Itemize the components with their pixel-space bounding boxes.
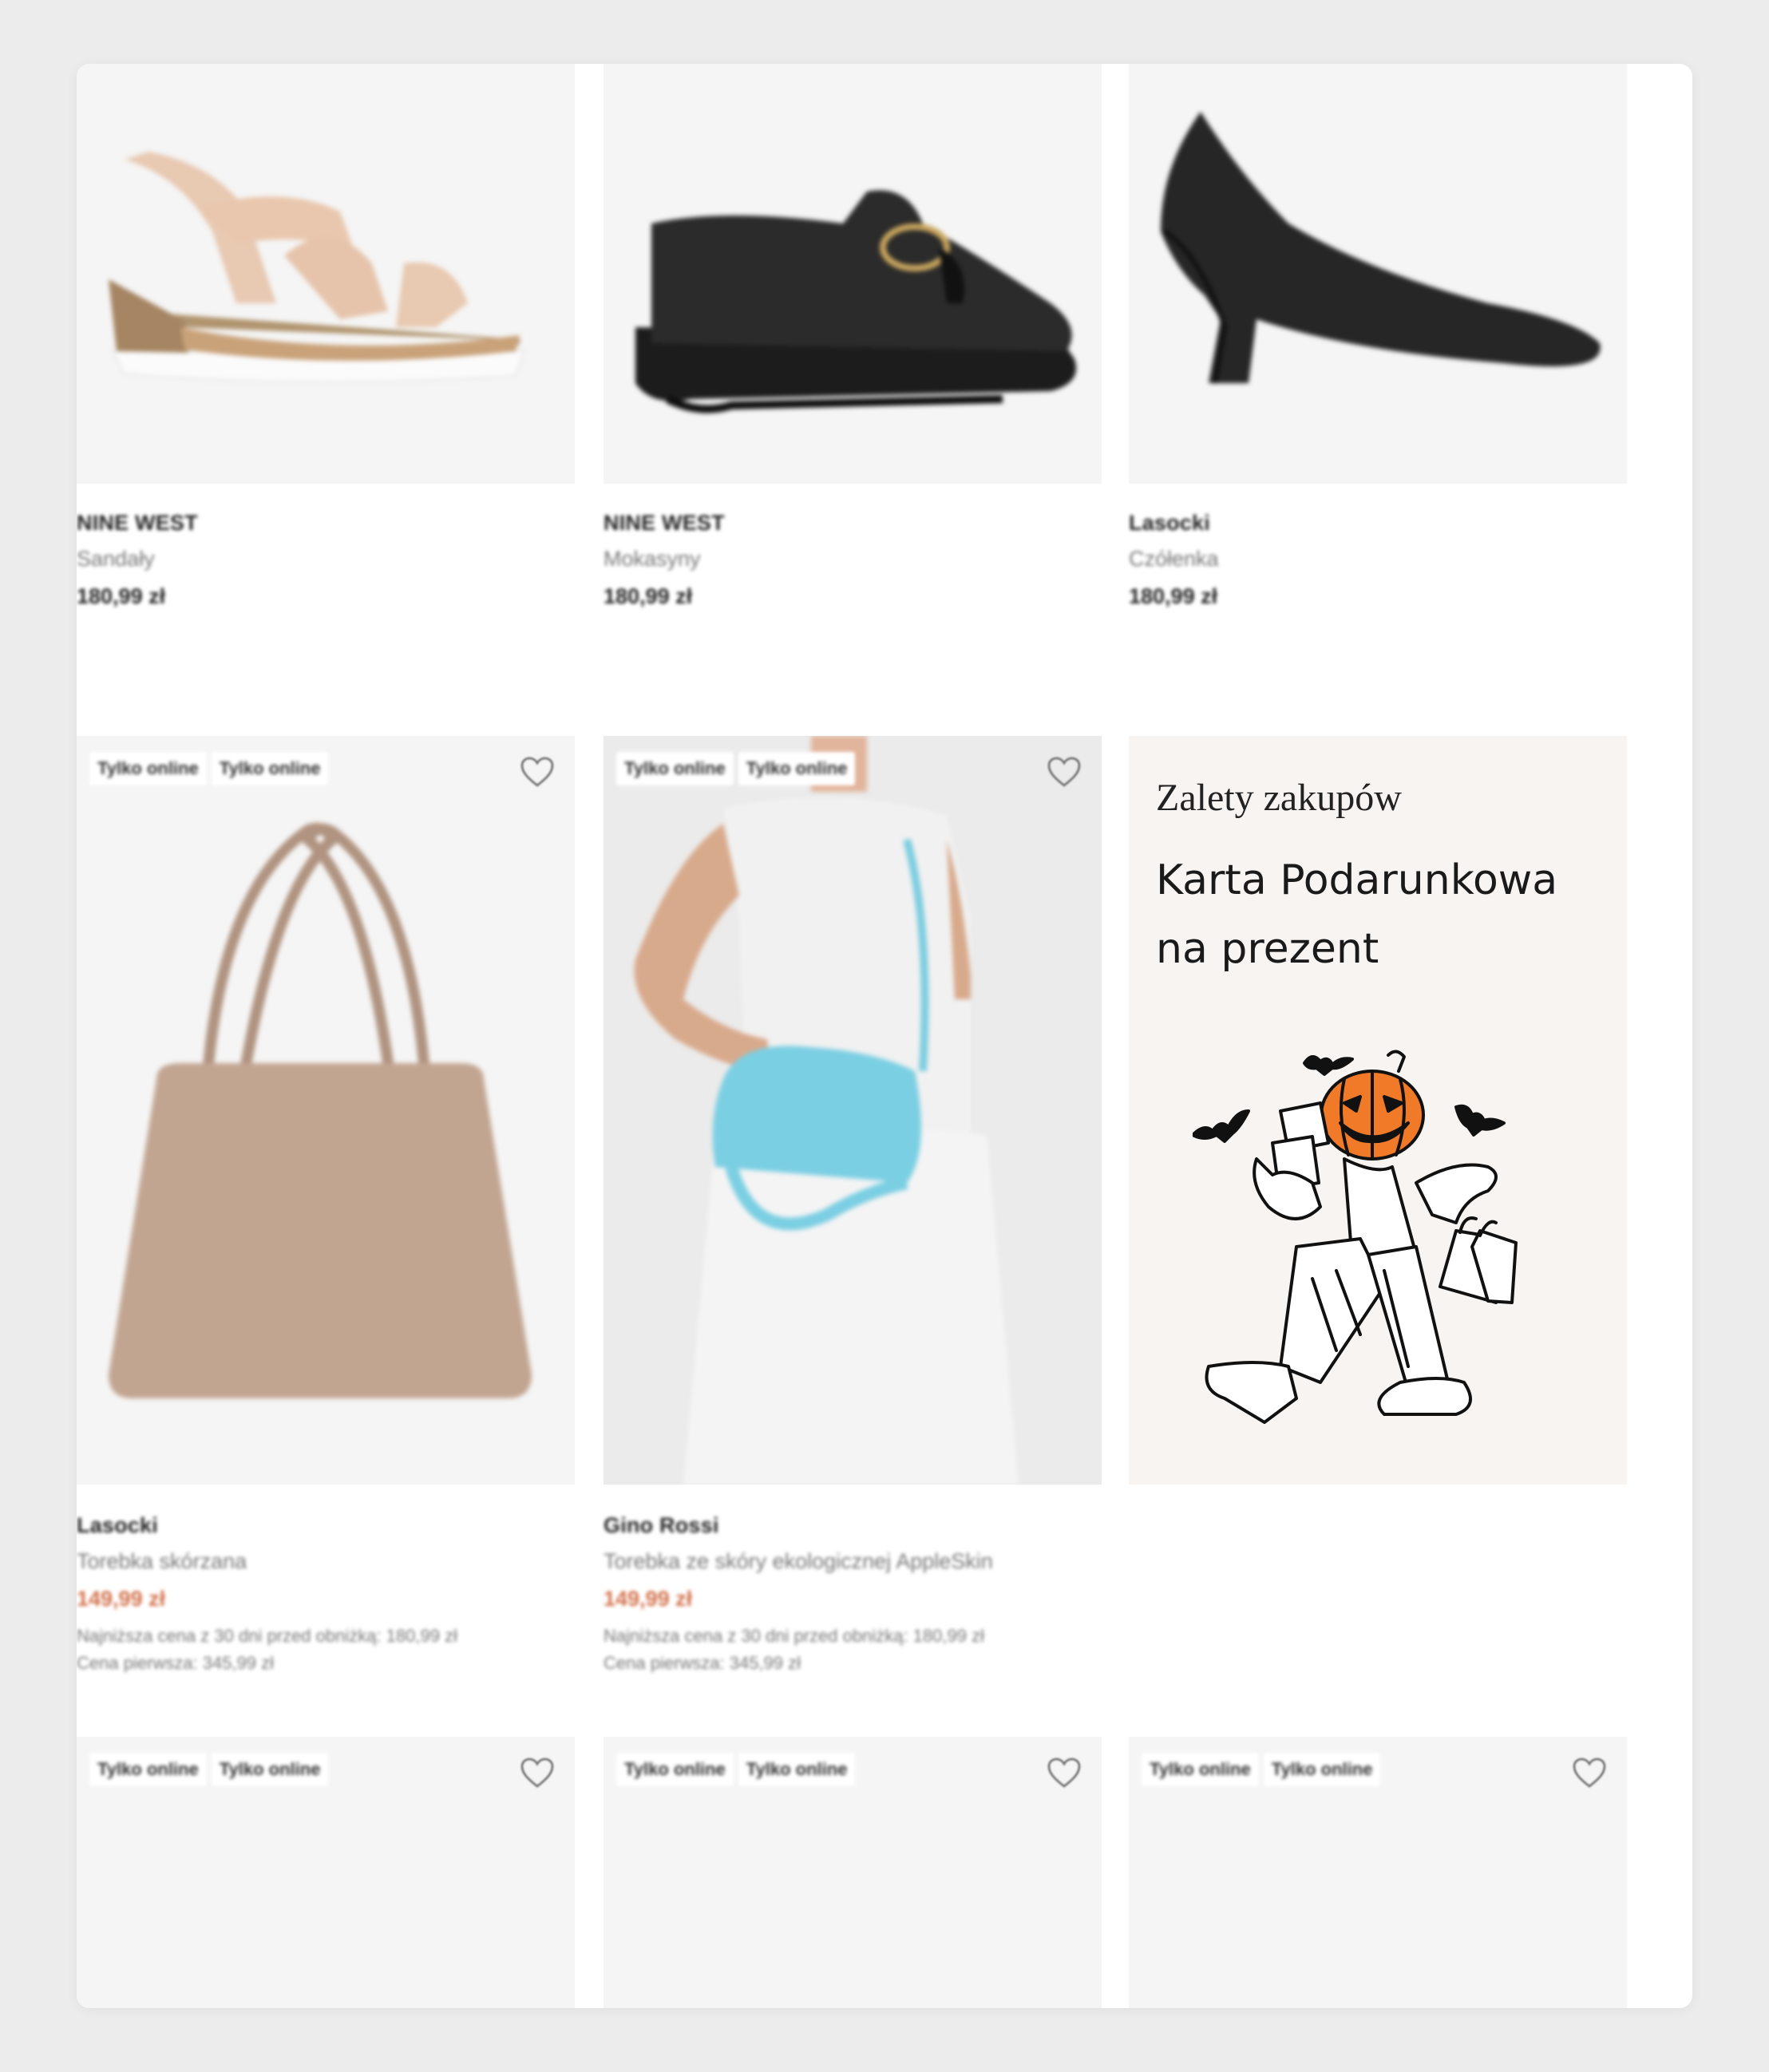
- price-notes: Najniższa cena z 30 dni przed obniżką: 1…: [604, 1623, 1102, 1677]
- product-info: Lasocki Czółenka 180,99 zł: [1129, 511, 1627, 609]
- product-brand[interactable]: NINE WEST: [77, 511, 575, 536]
- badge-group: Tylko online Tylko online: [89, 1753, 329, 1786]
- loafer-image: [635, 190, 1076, 413]
- sandal-image: [109, 152, 525, 383]
- gift-card-promo-tile[interactable]: Zalety zakupów Karta Podarunkowa na prez…: [1129, 736, 1627, 1485]
- product-brand[interactable]: NINE WEST: [604, 511, 1102, 536]
- product-sale-price: 149,99 zł: [77, 1587, 166, 1611]
- heart-icon[interactable]: [1046, 755, 1082, 790]
- product-info: NINE WEST Mokasyny 180,99 zł: [604, 511, 1102, 609]
- lowest-price-note: Najniższa cena z 30 dni przed obniżką: 1…: [77, 1626, 457, 1646]
- product-price: 180,99 zł: [77, 584, 166, 608]
- badge-group: Tylko online Tylko online: [89, 752, 329, 785]
- product-info: NINE WEST Sandały 180,99 zł: [77, 511, 575, 609]
- product-price: 180,99 zł: [604, 584, 693, 608]
- product-image-tote[interactable]: Tylko online Tylko online: [77, 736, 575, 1485]
- product-image-loafer[interactable]: [604, 64, 1102, 484]
- product-image-blue-bag[interactable]: Tylko online Tylko online: [604, 736, 1102, 1485]
- heart-icon[interactable]: [519, 1756, 556, 1791]
- product-image-placeholder[interactable]: Tylko online Tylko online: [1129, 1737, 1627, 2008]
- product-image-pump[interactable]: [1129, 64, 1627, 484]
- first-price-note: Cena pierwsza: 345,99 zł: [604, 1653, 801, 1673]
- heart-icon[interactable]: [519, 755, 556, 790]
- product-brand[interactable]: Lasocki: [77, 1513, 575, 1538]
- halloween-pumpkin-shopper-illustration: [1193, 1050, 1518, 1424]
- promo-title[interactable]: Karta Podarunkowa na prezent: [1156, 846, 1603, 983]
- pump-image: [1161, 112, 1601, 384]
- product-image-placeholder[interactable]: Tylko online Tylko online: [77, 1737, 575, 2008]
- online-only-badge: Tylko online: [89, 752, 207, 785]
- promo-kicker: Zalety zakupów: [1156, 777, 1402, 819]
- online-only-badge: Tylko online: [89, 1753, 207, 1786]
- online-only-badge: Tylko online: [1142, 1753, 1259, 1786]
- badge-group: Tylko online Tylko online: [616, 752, 856, 785]
- badge-group: Tylko online Tylko online: [1142, 1753, 1381, 1786]
- online-only-badge: Tylko online: [738, 1753, 856, 1786]
- badge-group: Tylko online Tylko online: [616, 1753, 856, 1786]
- product-sale-price: 149,99 zł: [604, 1587, 693, 1611]
- heart-icon[interactable]: [1571, 1756, 1608, 1791]
- online-only-badge: Tylko online: [211, 1753, 329, 1786]
- online-only-badge: Tylko online: [211, 752, 329, 785]
- product-grid: NINE WEST Sandały 180,99 zł NINE WEST Mo…: [77, 64, 1692, 2008]
- first-price-note: Cena pierwsza: 345,99 zł: [77, 1653, 275, 1673]
- product-category[interactable]: Sandały: [77, 547, 575, 571]
- product-image-sandal[interactable]: [77, 64, 575, 484]
- product-category[interactable]: Mokasyny: [604, 547, 1102, 571]
- online-only-badge: Tylko online: [738, 752, 856, 785]
- lowest-price-note: Najniższa cena z 30 dni przed obniżką: 1…: [604, 1626, 984, 1646]
- model-with-blue-bag-image: [634, 736, 1019, 1485]
- product-info: Lasocki Torebka skórzana 149,99 zł Najni…: [77, 1513, 575, 1677]
- online-only-badge: Tylko online: [1263, 1753, 1381, 1786]
- tote-bag-image: [109, 822, 532, 1398]
- product-category[interactable]: Torebka skórzana: [77, 1549, 575, 1574]
- product-brand[interactable]: Gino Rossi: [604, 1513, 1102, 1538]
- online-only-badge: Tylko online: [616, 752, 734, 785]
- online-only-badge: Tylko online: [616, 1753, 734, 1786]
- heart-icon[interactable]: [1046, 1756, 1082, 1791]
- product-image-placeholder[interactable]: Tylko online Tylko online: [604, 1737, 1102, 2008]
- product-category[interactable]: Czółenka: [1129, 547, 1627, 571]
- product-info: Gino Rossi Torebka ze skóry ekologicznej…: [604, 1513, 1102, 1677]
- product-category[interactable]: Torebka ze skóry ekologicznej AppleSkin: [604, 1549, 1102, 1574]
- price-notes: Najniższa cena z 30 dni przed obniżką: 1…: [77, 1623, 575, 1677]
- product-brand[interactable]: Lasocki: [1129, 511, 1627, 536]
- product-price: 180,99 zł: [1129, 584, 1218, 608]
